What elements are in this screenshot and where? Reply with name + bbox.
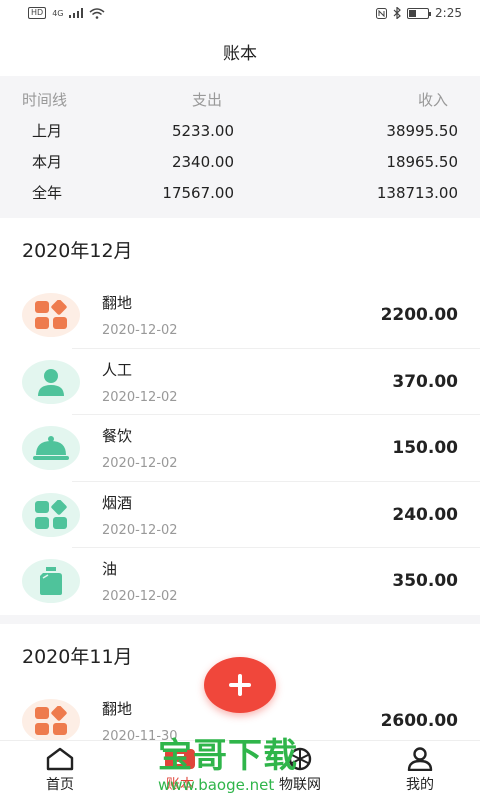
month-header: 2020年12月	[22, 240, 133, 262]
summary-row-expense: 17567.00	[162, 183, 234, 202]
bottom-tab-bar: 首页 账本 物联网 我的	[0, 740, 480, 800]
battery-fill	[409, 9, 417, 17]
section-divider	[0, 614, 480, 624]
wifi-icon	[89, 7, 105, 19]
network-type: 4G	[52, 8, 64, 18]
entry-name: 人工	[102, 360, 133, 379]
summary-row-income: 138713.00	[376, 183, 458, 202]
entry-amount: 350.00	[392, 571, 458, 592]
battery-icon	[407, 7, 432, 19]
nfc-icon	[376, 7, 388, 19]
entry-date: 2020-12-02	[102, 456, 178, 472]
summary-row-label: 本月	[32, 153, 63, 171]
status-bar: HD 4G 2:25	[0, 0, 480, 26]
summary-row-income: 38995.50	[386, 121, 458, 140]
hd-badge: HD	[28, 7, 47, 19]
summary-row-label: 全年	[32, 184, 63, 202]
entry-name: 烟酒	[102, 493, 133, 512]
add-entry-button[interactable]	[204, 657, 276, 713]
entry-amount: 370.00	[392, 371, 458, 392]
ledger-icon	[165, 749, 195, 769]
ledger-entry[interactable]: 油 2020-12-02 350.00	[0, 548, 480, 615]
summary-row-expense: 2340.00	[171, 152, 234, 171]
col-timeline: 时间线	[22, 91, 68, 109]
user-icon	[407, 747, 433, 771]
person-icon	[22, 359, 80, 404]
summary-row: 本月 2340.00 18965.50	[22, 146, 458, 177]
tab-iot[interactable]: 物联网	[240, 741, 360, 800]
summary-row: 全年 17567.00 138713.00	[22, 177, 458, 208]
tab-label: 物联网	[279, 777, 321, 793]
ledger-entry[interactable]: 人工 2020-12-02 370.00	[0, 349, 480, 416]
grid-icon	[22, 698, 80, 743]
signal-icon	[69, 8, 84, 18]
tab-label: 首页	[46, 777, 74, 793]
tab-mine[interactable]: 我的	[360, 741, 480, 800]
oil-can-icon	[22, 559, 80, 604]
entry-date: 2020-12-02	[102, 589, 178, 605]
summary-row-label: 上月	[32, 122, 63, 140]
summary-row-income: 18965.50	[386, 152, 458, 171]
status-left: HD 4G	[28, 7, 105, 19]
summary-row: 上月 5233.00 38995.50	[22, 115, 458, 146]
col-expense: 支出	[191, 91, 222, 109]
page-title: 账本	[223, 43, 257, 64]
entry-date: 2020-12-02	[102, 522, 178, 538]
entry-date: 2020-12-02	[102, 389, 178, 405]
iot-icon	[288, 747, 312, 771]
col-income: 收入	[417, 91, 448, 109]
grid-icon	[22, 492, 80, 537]
ledger-entry[interactable]: 餐饮 2020-12-02 150.00	[0, 415, 480, 482]
entry-amount: 2600.00	[380, 710, 458, 731]
tab-label: 我的	[406, 777, 434, 793]
home-icon	[46, 747, 74, 771]
grid-icon	[22, 293, 80, 338]
bluetooth-icon	[393, 7, 401, 19]
entry-date: 2020-12-02	[102, 323, 178, 339]
tab-home[interactable]: 首页	[0, 741, 120, 800]
summary-panel: 时间线 支出 收入 上月 5233.00 38995.50 本月 2340.00…	[0, 76, 480, 218]
entry-amount: 240.00	[392, 504, 458, 525]
status-right: 2:25	[376, 6, 462, 20]
plus-icon	[229, 674, 251, 696]
ledger-entry[interactable]: 翻地 2020-12-02 2200.00	[0, 282, 480, 349]
entry-name: 餐饮	[102, 427, 133, 446]
title-bar: 账本	[0, 26, 480, 76]
clock: 2:25	[435, 6, 462, 20]
food-cover-icon	[22, 426, 80, 471]
entry-name: 翻地	[102, 294, 133, 313]
tab-ledger[interactable]: 账本	[120, 741, 240, 800]
entry-amount: 2200.00	[380, 305, 458, 326]
summary-row-expense: 5233.00	[171, 121, 234, 140]
entry-amount: 150.00	[392, 438, 458, 459]
ledger-entry[interactable]: 烟酒 2020-12-02 240.00	[0, 482, 480, 549]
entry-name: 油	[102, 560, 118, 579]
summary-header-row: 时间线 支出 收入	[22, 84, 458, 115]
tab-label: 账本	[166, 777, 194, 793]
